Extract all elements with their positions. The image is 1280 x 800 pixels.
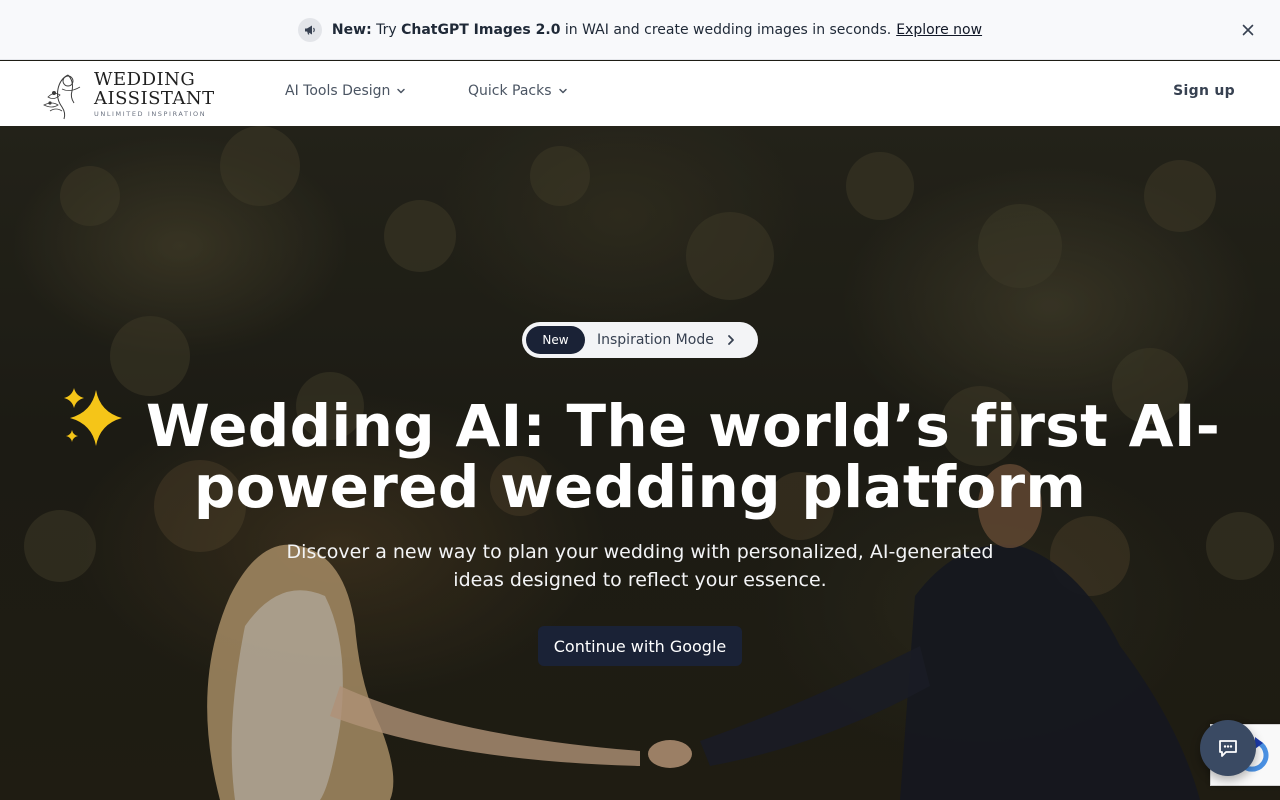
continue-with-google-button[interactable]: Continue with Google [538,626,742,666]
announcement-text-before: Try [371,21,402,38]
chevron-right-icon [727,335,734,345]
announcement-text-after: in WAI and create wedding images in seco… [560,21,892,38]
floral-bride-logo-icon [43,74,81,120]
chevron-down-icon [397,88,406,94]
announcement-highlight: ChatGPT Images 2.0 [401,21,561,38]
subtitle-line-2: ideas designed to reflect your essence. [453,569,827,591]
announcement-bar: New: Try ChatGPT Images 2.0 in WAI and c… [0,0,1280,60]
nav-ai-tools-design-label: AI Tools Design [285,83,391,99]
chat-icon [1219,740,1237,757]
sparkles-icon [63,388,122,446]
nav-ai-tools-design[interactable]: AI Tools Design [285,83,406,99]
headline-line-1: Wedding AI: The world’s first AI- [145,392,1221,460]
logo-tagline: UNLIMITED INSPIRATION [94,109,207,118]
close-icon[interactable] [1238,20,1258,40]
sign-up-button[interactable]: Sign up [1173,83,1235,99]
hero-headline: Wedding AI: The world’s first AI- powere… [40,384,1240,518]
chat-button[interactable] [1200,720,1256,776]
logo[interactable]: WEDDING AISSISTANT UNLIMITED INSPIRATION [40,67,225,121]
chevron-down-icon [558,88,567,94]
logo-line-2: AISSISTANT [94,87,215,109]
hero-subtitle: Discover a new way to plan your wedding … [240,538,1040,594]
hero-section: New Inspiration Mode Wedding AI: The wor… [0,126,1280,800]
subtitle-line-1: Discover a new way to plan your wedding … [286,541,994,563]
inspiration-mode-pill[interactable]: New Inspiration Mode [522,322,758,358]
nav-quick-packs-label: Quick Packs [468,83,552,99]
inspiration-mode-label: Inspiration Mode [597,332,714,348]
explore-now-link[interactable]: Explore now [896,22,982,38]
logo-line-1: WEDDING [94,68,196,90]
announcement-prefix: New: [331,21,372,38]
site-header: WEDDING AISSISTANT UNLIMITED INSPIRATION… [0,61,1280,126]
new-badge: New [526,326,585,354]
nav-quick-packs[interactable]: Quick Packs [468,83,568,99]
headline-line-2: powered wedding platform [193,453,1087,521]
megaphone-icon [297,17,322,42]
